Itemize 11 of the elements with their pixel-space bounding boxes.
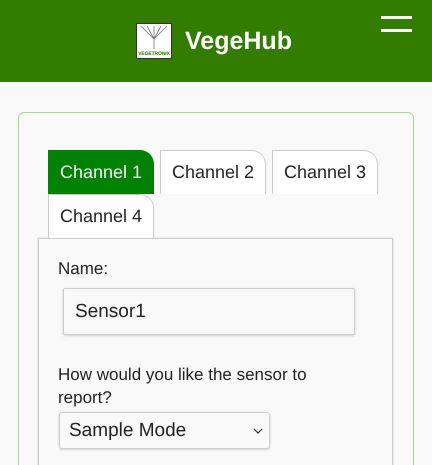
name-label: Name: [58, 259, 110, 279]
report-label: How would you like the sensor to report? [58, 364, 308, 409]
report-mode-select[interactable]: Sample Mode [59, 412, 270, 449]
channel-tab[interactable]: Channel 4 [48, 194, 154, 238]
chevron-down-icon [253, 428, 263, 434]
channel-tab[interactable]: Channel 1 [48, 150, 154, 194]
menu-icon[interactable] [381, 14, 412, 34]
channel-tab[interactable]: Channel 3 [272, 150, 378, 194]
name-field[interactable]: Sensor1 [63, 288, 355, 335]
channel-tab[interactable]: Channel 2 [160, 150, 266, 194]
app-title: VegeHub [185, 26, 292, 56]
